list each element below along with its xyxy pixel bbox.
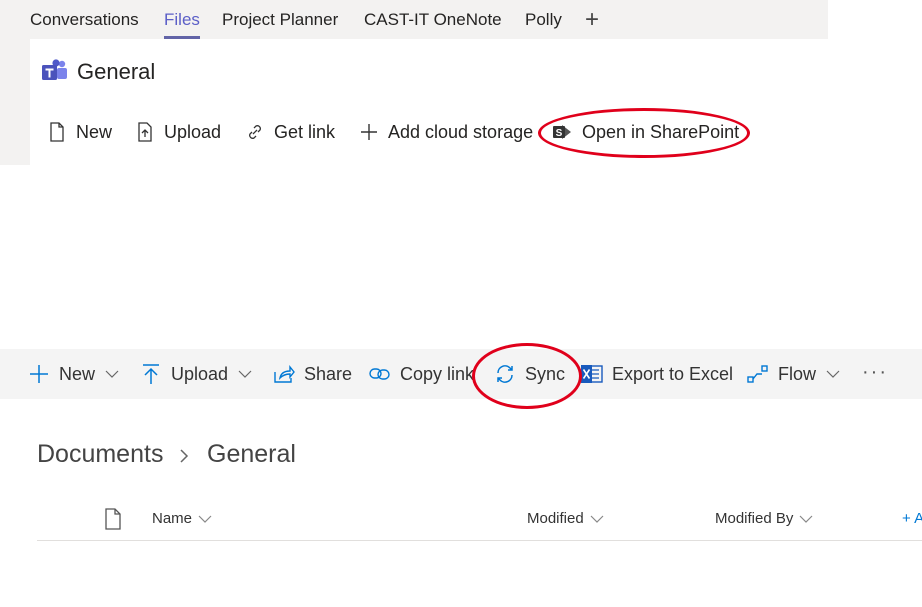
open-in-sharepoint-button[interactable]: S Open in SharePoint (552, 119, 739, 145)
sp-new-label: New (59, 363, 96, 384)
column-name-label: Name (152, 510, 193, 527)
sync-icon (493, 362, 517, 386)
open-in-sharepoint-label: Open in SharePoint (582, 121, 740, 142)
add-column-button[interactable]: + A (902, 510, 922, 527)
teams-tab-bar: Conversations Files Project Planner CAST… (0, 0, 828, 39)
upload-icon (134, 121, 156, 143)
upload-label: Upload (164, 121, 222, 142)
sharepoint-icon: S (552, 121, 574, 143)
more-options-button[interactable]: ··· (862, 361, 888, 384)
plus-icon (358, 121, 380, 143)
sp-copy-link-label: Copy link (400, 363, 475, 384)
chevron-right-icon (180, 449, 189, 463)
add-tab-button[interactable]: + (585, 6, 599, 34)
sp-upload-label: Upload (171, 363, 229, 384)
upload-icon (139, 362, 163, 386)
get-link-button[interactable]: Get link (244, 119, 335, 145)
add-cloud-storage-label: Add cloud storage (388, 121, 534, 142)
breadcrumb-documents[interactable]: Documents (37, 440, 163, 469)
add-cloud-storage-button[interactable]: Add cloud storage (358, 119, 533, 145)
tab-conversations[interactable]: Conversations (30, 10, 139, 30)
breadcrumb-general: General (207, 440, 296, 468)
tab-cast-it-onenote[interactable]: CAST-IT OneNote (364, 10, 502, 30)
sp-flow-button[interactable]: Flow (746, 349, 840, 399)
teams-logo-icon (42, 59, 67, 80)
document-icon[interactable] (104, 508, 122, 530)
chevron-down-icon (590, 512, 604, 526)
chevron-down-icon (198, 512, 212, 526)
chevron-down-icon (238, 367, 252, 381)
tab-polly[interactable]: Polly (525, 10, 562, 30)
new-button[interactable]: New (46, 119, 112, 145)
upload-button[interactable]: Upload (134, 119, 221, 145)
new-label: New (76, 121, 113, 142)
column-modified-label: Modified (527, 510, 584, 527)
teams-panel: Conversations Files Project Planner CAST… (0, 0, 828, 165)
plus-icon (27, 362, 51, 386)
sp-flow-label: Flow (778, 363, 817, 384)
sp-copy-link-button[interactable]: Copy link (368, 349, 474, 399)
column-header-name[interactable]: Name (152, 510, 212, 527)
sp-new-button[interactable]: New (27, 349, 119, 399)
chevron-down-icon (826, 367, 840, 381)
sharepoint-command-bar: New Upload Share Copy link Sync Export t… (0, 349, 922, 399)
svg-text:S: S (556, 128, 563, 139)
new-file-icon (46, 121, 68, 143)
tab-project-planner[interactable]: Project Planner (222, 10, 338, 30)
column-header-modified[interactable]: Modified (527, 510, 604, 527)
flow-icon (746, 362, 770, 386)
link-icon (368, 362, 392, 386)
sp-export-to-excel-label: Export to Excel (612, 363, 734, 384)
column-modified-by-label: Modified By (715, 510, 794, 527)
sp-upload-button[interactable]: Upload (139, 349, 252, 399)
share-icon (272, 362, 296, 386)
chevron-down-icon (799, 512, 813, 526)
sp-share-button[interactable]: Share (272, 349, 352, 399)
sp-sync-label: Sync (525, 363, 566, 384)
channel-title: General (77, 59, 156, 84)
get-link-label: Get link (274, 121, 336, 142)
sp-sync-button[interactable]: Sync (493, 349, 565, 399)
sp-share-label: Share (304, 363, 353, 384)
chevron-down-icon (105, 367, 119, 381)
tab-files[interactable]: Files (164, 10, 200, 39)
excel-icon (580, 362, 604, 386)
header-divider (37, 540, 922, 541)
sp-export-to-excel-button[interactable]: Export to Excel (580, 349, 733, 399)
column-header-modified-by[interactable]: Modified By (715, 510, 813, 527)
link-icon (244, 121, 266, 143)
files-card: General New Upload Get link Add cloud st… (30, 39, 828, 165)
